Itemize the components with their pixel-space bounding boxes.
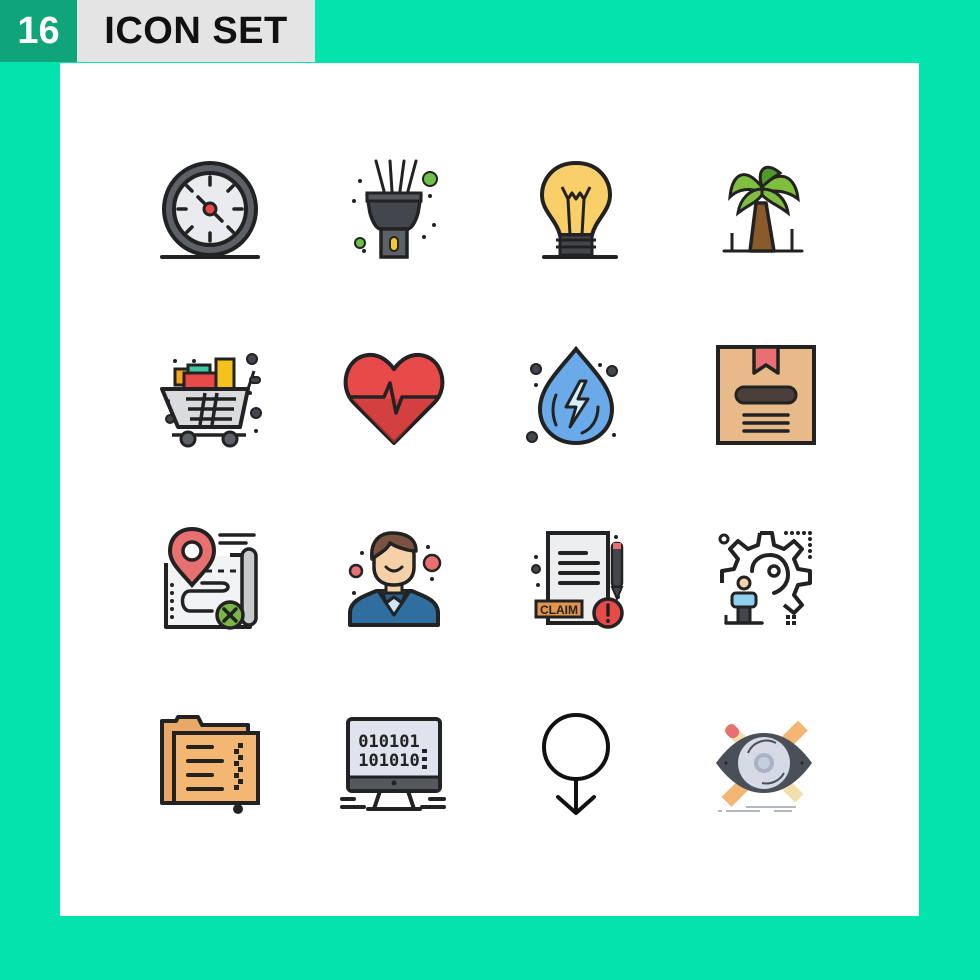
compass-gauge-icon [150,151,270,271]
map-location-cancel-icon [150,519,270,639]
gear-person-icon [704,519,824,639]
claim-label: CLAIM [540,603,578,617]
claim-document-icon: CLAIM [516,519,636,639]
water-energy-icon [516,335,636,455]
male-symbol-icon [516,703,636,823]
package-box-icon [704,335,824,455]
design-eye-icon [704,703,824,823]
icon-panel: CLAIM 010101 101010 [60,63,919,916]
binary-line-bottom: 101010 [358,751,419,771]
heartbeat-icon [334,335,454,455]
palm-tree-icon [704,151,824,271]
binary-line-top: 010101 [358,732,419,752]
businessman-icon [334,519,454,639]
shopping-cart-icon [150,335,270,455]
page-title: ICON SET [77,0,315,62]
flashlight-icon [334,151,454,271]
light-bulb-icon [516,151,636,271]
folder-files-icon [150,703,270,823]
binary-monitor-icon: 010101 101010 [334,703,454,823]
icon-count-badge: 16 [0,0,77,62]
